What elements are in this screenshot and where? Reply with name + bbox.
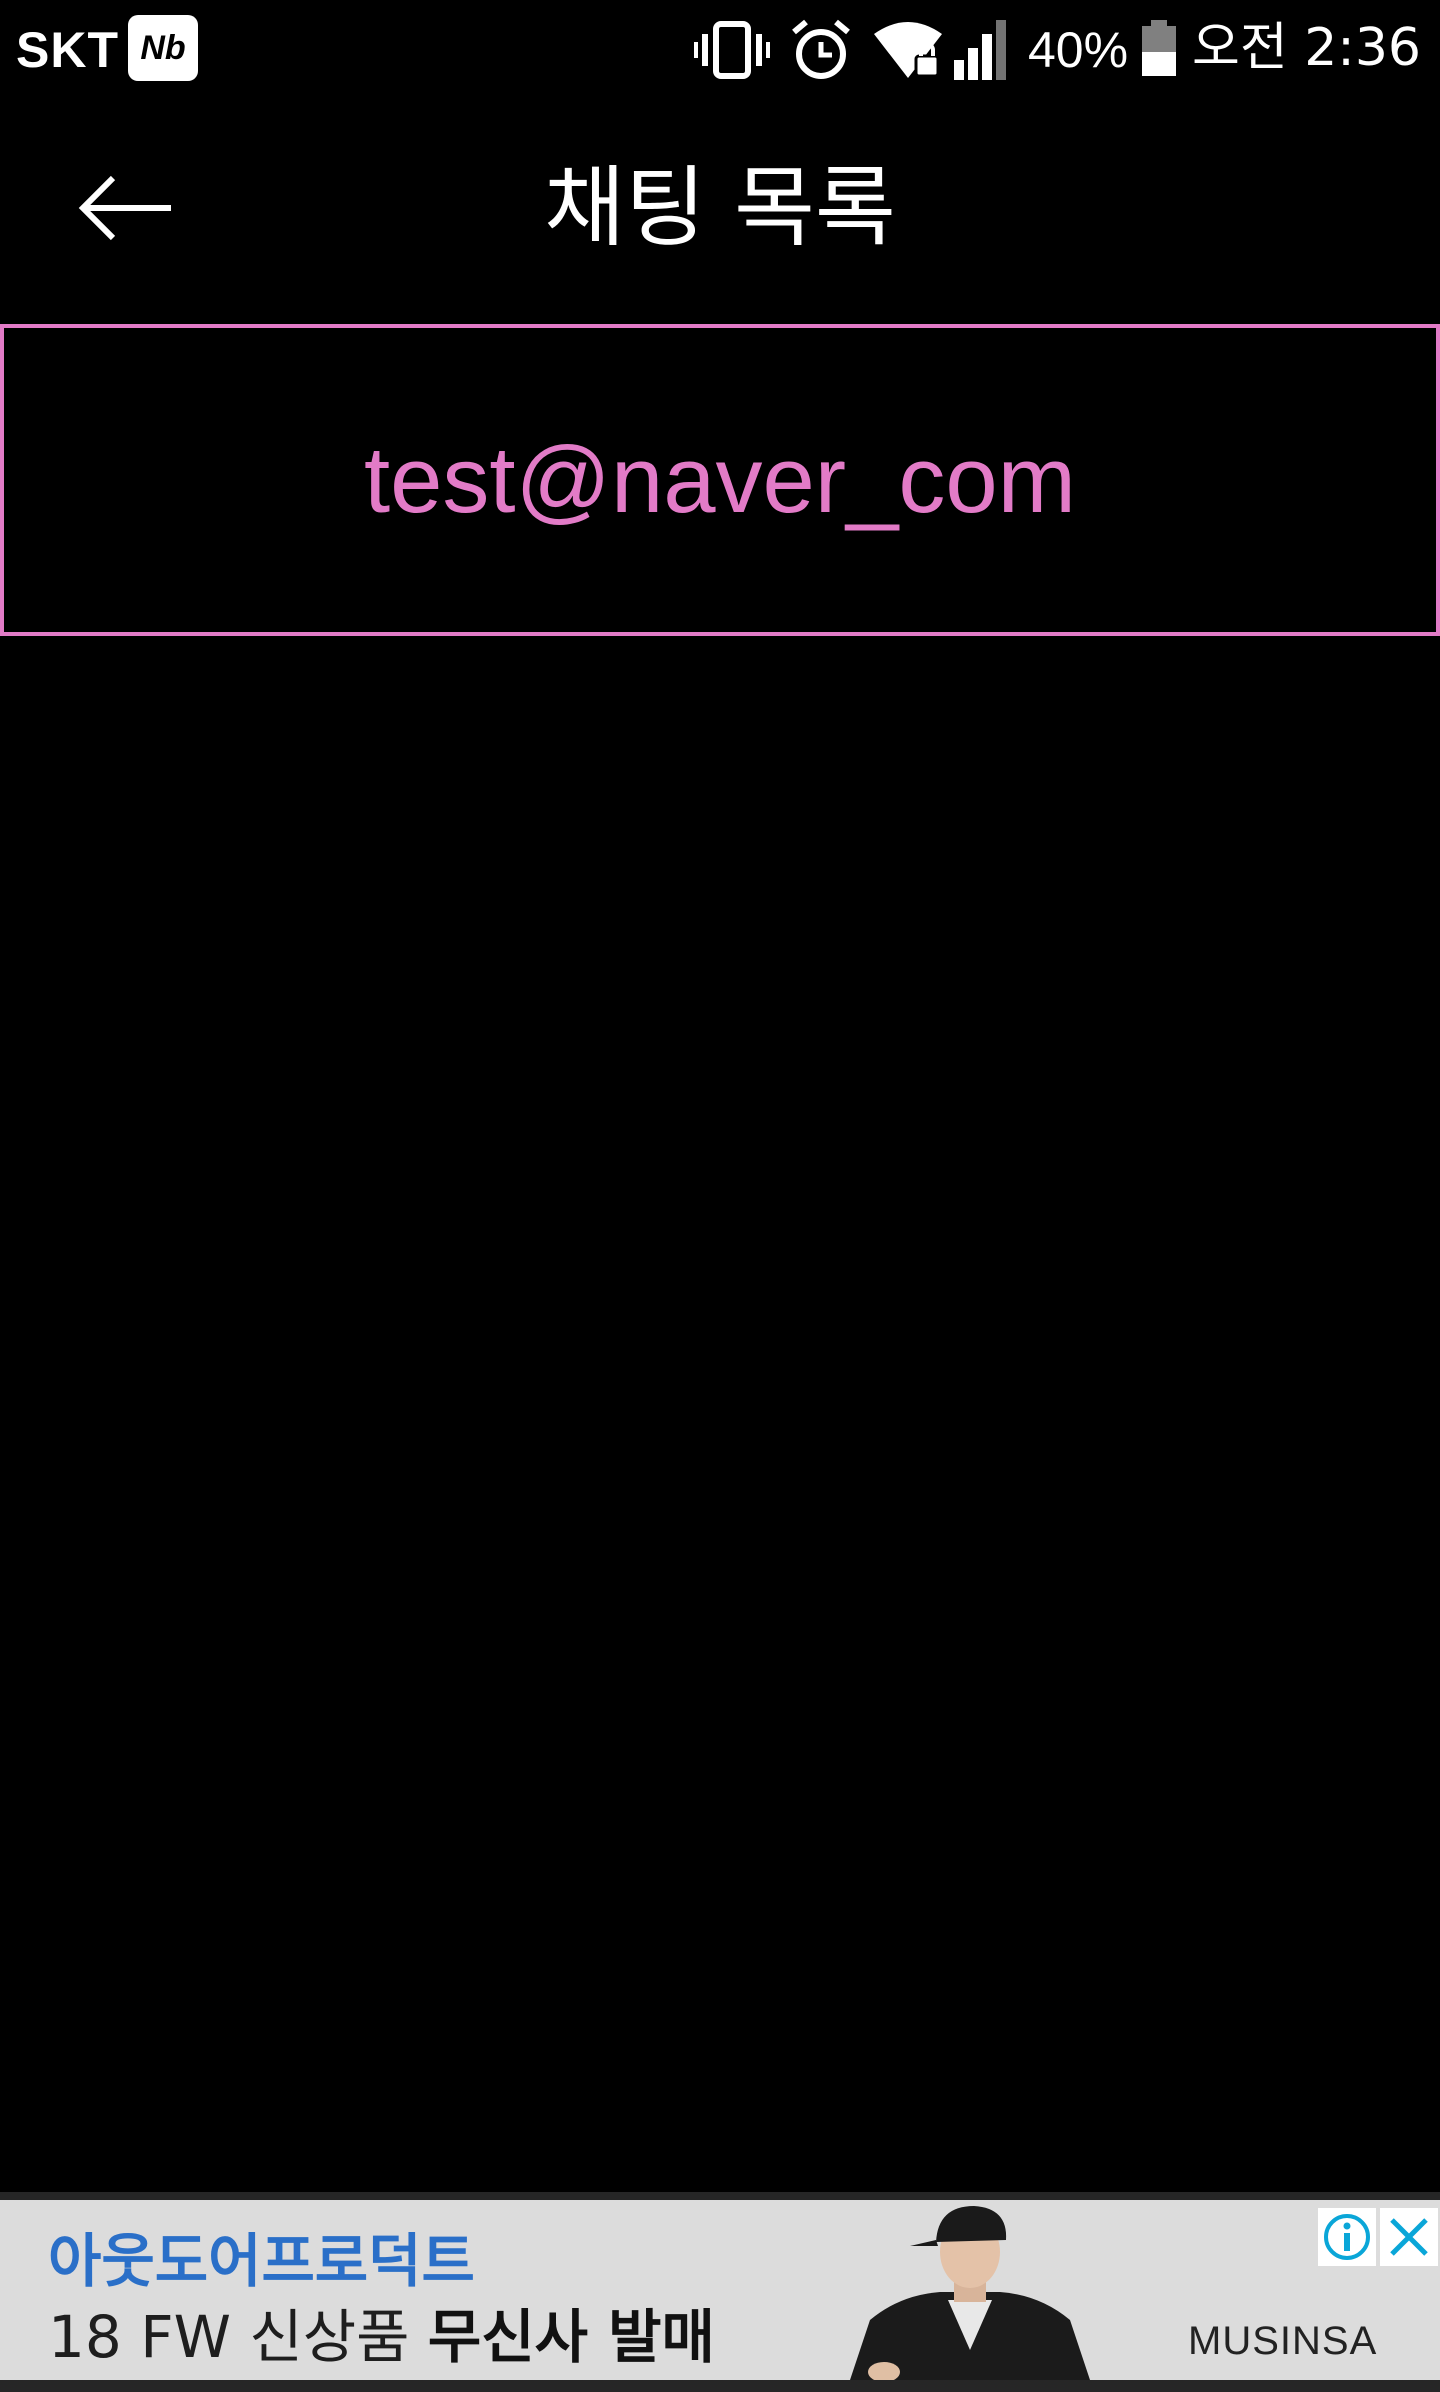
wifi-icon [874,22,942,78]
ad-headline: 아웃도어프로덕트 [48,2227,475,2295]
ad-brand: MUSINSA [1188,2319,1378,2363]
ad-banner[interactable]: 아웃도어프로덕트 18 FW 신상품 무신사 발매 MUSINSA [0,2192,1440,2392]
alarm-icon [792,19,850,79]
status-clock: 오전 2:36 [1192,18,1421,78]
ad-subline-text: 18 FW 신상품 [48,2303,428,2371]
battery-icon [1142,20,1176,76]
chat-list-item[interactable]: test@naver_com [0,324,1440,636]
ad-content[interactable]: 아웃도어프로덕트 18 FW 신상품 무신사 발매 MUSINSA [0,2200,1440,2380]
ad-subline: 18 FW 신상품 무신사 발매 [48,2304,715,2370]
ad-subline-bold: 무신사 발매 [427,2303,715,2371]
signal-icon [954,20,1006,80]
info-icon [1324,2214,1370,2260]
app-toolbar: 채팅 목록 [0,100,1440,320]
chat-list: test@naver_com [0,324,1440,636]
ad-close-button[interactable] [1380,2208,1438,2266]
ad-info-button[interactable] [1318,2208,1376,2266]
battery-percent: 40% [1028,22,1129,78]
page-title: 채팅 목록 [544,156,896,259]
carrier-badge: Nb [128,15,198,81]
close-icon [1390,2218,1428,2256]
ad-model-image [850,2206,1090,2380]
carrier-name: SKT [16,22,119,78]
vibrate-icon [694,21,770,79]
status-bar: SKT Nb 40% 오전 2:36 [0,0,1440,100]
